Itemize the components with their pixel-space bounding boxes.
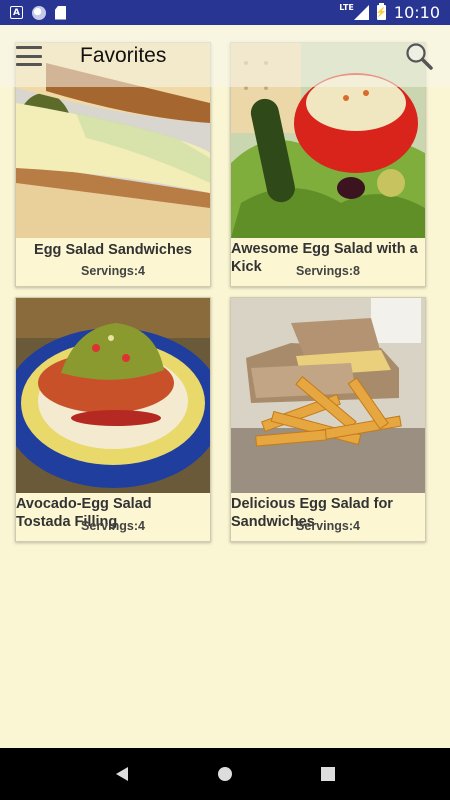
recents-icon (321, 767, 336, 781)
navigation-bar (0, 748, 450, 800)
clock: 10:10 (393, 3, 440, 22)
tostada-photo (16, 298, 210, 493)
sd-card-icon (55, 5, 66, 20)
recents-button[interactable] (313, 759, 343, 789)
app-toolbar: Favorites (0, 25, 450, 87)
recipe-servings: Servings:4 (81, 264, 145, 278)
search-icon[interactable] (404, 41, 434, 71)
circle-notification-icon (32, 5, 46, 20)
recipe-card[interactable]: Delicious Egg Salad for Sandwiches Servi… (230, 297, 426, 542)
network-type: LTE (339, 3, 354, 12)
a-notification-icon: A (10, 6, 23, 19)
page-title: Favorites (80, 44, 167, 67)
status-bar: A LTE ⚡ 10:10 (0, 0, 450, 25)
battery-charging-icon: ⚡ (376, 3, 387, 20)
signal-icon (353, 5, 369, 20)
notification-icons: A (10, 5, 66, 20)
favorites-grid: Egg Salad Sandwiches Servings:4 Awesome … (15, 42, 427, 542)
sandwich-with-fries-photo (231, 298, 425, 493)
recipe-card[interactable]: Avocado-Egg Salad Tostada Filling Servin… (15, 297, 211, 542)
home-button[interactable] (210, 759, 240, 789)
recipe-title: Egg Salad Sandwiches (34, 242, 192, 258)
recipe-servings: Servings:4 (296, 519, 360, 533)
hamburger-menu-icon[interactable] (16, 46, 42, 66)
home-icon (217, 767, 232, 781)
back-button[interactable] (107, 759, 137, 789)
recipe-servings: Servings:8 (296, 264, 360, 278)
back-icon (115, 767, 128, 781)
recipe-servings: Servings:4 (81, 519, 145, 533)
system-status: LTE ⚡ 10:10 (339, 3, 440, 22)
